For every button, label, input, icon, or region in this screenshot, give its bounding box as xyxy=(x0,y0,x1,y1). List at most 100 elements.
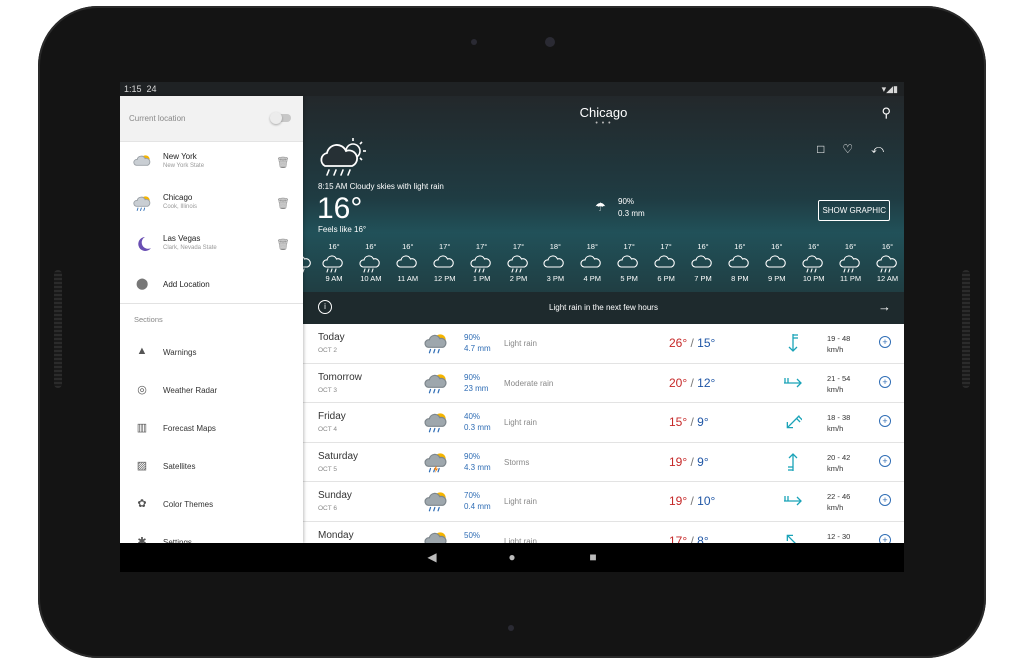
hourly-item[interactable]: 16° 10 AM xyxy=(353,242,389,283)
hourly-time: 2 PM xyxy=(509,274,528,283)
forecast-row[interactable]: Tomorrow OCT 3 90% 23 mm Moderate rain 20° / … xyxy=(303,364,904,404)
sun-cloud-rain-icon xyxy=(424,490,450,517)
rain-probability: 40% xyxy=(464,412,481,422)
forecast-row[interactable]: Friday OCT 4 40% 0.3 mm Light rain 15° / 9° 18… xyxy=(303,403,904,443)
location-item-chicago[interactable]: Chicago Cook, Illinois 🗑︎ xyxy=(120,183,303,224)
forecast-row[interactable]: MondayOCT 750%0.2 mmLight rain17° / 8°12… xyxy=(303,522,904,543)
map-icon: ▥ xyxy=(136,422,148,434)
current-weather-icon xyxy=(320,138,366,176)
menu-item-satellites[interactable]: ▨ Satellites xyxy=(120,448,303,486)
expand-plus-icon[interactable]: + xyxy=(879,415,891,428)
hourly-item[interactable]: 17° 1 PM xyxy=(464,242,500,283)
forecast-day: Tomorrow xyxy=(318,371,362,383)
delete-icon[interactable]: 🗑︎ xyxy=(276,156,290,169)
location-name: Chicago xyxy=(163,193,193,202)
rain-amount: 4.3 mm xyxy=(464,462,491,472)
settings-icon: ✱ xyxy=(137,536,147,543)
hourly-item[interactable]: 16° 12 AM xyxy=(870,242,905,283)
forecast-description: Light rain xyxy=(504,339,537,348)
hourly-temp: 17° xyxy=(623,242,635,251)
menu-item-warnings[interactable]: ▲ Warnings xyxy=(120,334,303,372)
cloud-rain-icon xyxy=(464,253,500,273)
expand-plus-icon[interactable]: + xyxy=(879,494,891,507)
sun-cloud-rain-icon xyxy=(133,194,153,212)
low-temp: 9° xyxy=(697,415,709,430)
hourly-temp: 17° xyxy=(439,242,451,251)
share-icon[interactable]: ⤺ xyxy=(871,142,884,157)
hourly-time: 12 AM xyxy=(876,274,899,283)
menu-item-label: Forecast Maps xyxy=(163,424,216,433)
hourly-temp: 16° xyxy=(771,242,783,251)
low-temp: 8° xyxy=(697,533,709,543)
hourly-temp: 16° xyxy=(808,242,820,251)
search-icon[interactable]: ⚲ xyxy=(881,105,891,121)
current-location-row[interactable]: Current location xyxy=(120,96,303,142)
forecast-day: Friday xyxy=(318,411,346,423)
cloud-icon xyxy=(574,253,610,273)
high-temp: 19° xyxy=(669,494,688,509)
location-item-new-york[interactable]: New York New York State 🗑︎ xyxy=(120,142,303,183)
location-item-las-vegas[interactable]: Las Vegas Clark, Nevada State 🗑︎ xyxy=(120,224,303,265)
low-temp: 15° xyxy=(697,336,716,350)
location-region: New York State xyxy=(163,163,205,169)
hourly-item[interactable]: 16° 9 AM xyxy=(316,242,352,283)
forecast-date: OCT 6 xyxy=(318,505,338,513)
wind-direction-icon xyxy=(784,531,802,543)
home-icon[interactable]: ● xyxy=(502,543,522,572)
location-name: New York xyxy=(163,152,197,161)
show-graphic-button[interactable]: SHOW GRAPHIC xyxy=(818,200,890,221)
delete-icon[interactable]: 🗑︎ xyxy=(276,197,290,210)
expand-plus-icon[interactable]: + xyxy=(879,336,891,348)
hourly-temp: 16° xyxy=(365,242,377,251)
wind-speed: 19 - 48 xyxy=(827,334,851,343)
forecast-day: Saturday xyxy=(318,450,359,462)
wind-direction-icon xyxy=(784,373,802,393)
hourly-item[interactable]: 18° 3 PM xyxy=(537,242,573,283)
hourly-temp: 16° xyxy=(881,242,894,251)
hourly-item[interactable]: 17° 12 PM xyxy=(427,242,463,283)
hourly-item[interactable]: 16° 7 PM xyxy=(685,242,721,283)
expand-plus-icon[interactable]: + xyxy=(879,533,891,543)
comment-icon[interactable]: □ xyxy=(817,142,824,156)
menu-item-color-themes[interactable]: ✿ Color Themes xyxy=(120,486,303,524)
rain-amount: 4.7 mm xyxy=(464,344,491,353)
hourly-item[interactable]: 17° 6 PM xyxy=(648,242,684,283)
current-location-toggle[interactable] xyxy=(270,112,291,124)
expand-plus-icon[interactable]: + xyxy=(879,454,891,467)
info-bar[interactable]: i Light rain in the next few hours → xyxy=(303,292,904,324)
favorite-heart-icon[interactable]: ♡ xyxy=(842,142,853,156)
cloud-rain-icon xyxy=(353,253,389,273)
hourly-item[interactable]: 17° 2 PM xyxy=(501,242,537,283)
arrow-right-icon[interactable]: → xyxy=(878,299,891,314)
back-icon[interactable]: ◀ xyxy=(422,543,442,572)
menu-item-label: Warnings xyxy=(163,348,197,357)
hourly-item[interactable]: 17° 5 PM xyxy=(611,242,647,283)
hourly-item[interactable]: 18° 4 PM xyxy=(574,242,610,283)
hourly-time: 9 PM xyxy=(768,274,786,283)
info-message: Light rain in the next few hours xyxy=(549,303,658,312)
hourly-item[interactable]: 16° 8 PM xyxy=(722,242,758,283)
forecast-row[interactable]: Saturday OCT 5 90% 4.3 mm Storms 19° / 9° 20 -… xyxy=(303,443,904,483)
rain-probability: 90% xyxy=(618,197,635,206)
recents-icon[interactable]: ■ xyxy=(583,543,603,572)
image-icon: ▨ xyxy=(136,460,148,472)
menu-item-forecast-maps[interactable]: ▥ Forecast Maps xyxy=(120,410,303,448)
forecast-row[interactable]: Today OCT 2 90% 4.7 mm Light rain 26° / 15° 19… xyxy=(303,324,904,364)
forecast-row[interactable]: Sunday OCT 6 70% 0.4 mm Light rain 19° / 10° 2… xyxy=(303,482,904,522)
hourly-item[interactable]: 16° 11 PM xyxy=(833,242,869,283)
hourly-forecast-strip[interactable]: 16° 9 AM 16° 10 AM 16° 11 AM 17° 12 PM 17° 1 PM 17… xyxy=(303,242,904,288)
menu-item-weather-radar[interactable]: ◎ Weather Radar xyxy=(120,372,303,410)
delete-icon[interactable]: 🗑︎ xyxy=(276,238,290,251)
hourly-item[interactable]: 16° 9 PM xyxy=(759,242,795,283)
rain-amount: 0.3 mm xyxy=(464,423,491,433)
wind-unit: km/h xyxy=(827,503,844,513)
current-temperature: 16° xyxy=(317,192,363,225)
sun-cloud-rain-icon xyxy=(424,530,450,543)
add-location-item[interactable]: ⬤ Add Location xyxy=(120,265,303,304)
hourly-temp: 17° xyxy=(660,242,672,251)
hourly-item[interactable]: 16° 11 AM xyxy=(390,242,426,283)
wind-unit: km/h xyxy=(827,463,844,473)
hourly-item[interactable]: 16° 10 PM xyxy=(796,242,832,283)
menu-item-settings[interactable]: ✱ Settings xyxy=(120,524,303,543)
expand-plus-icon[interactable]: + xyxy=(879,375,891,388)
